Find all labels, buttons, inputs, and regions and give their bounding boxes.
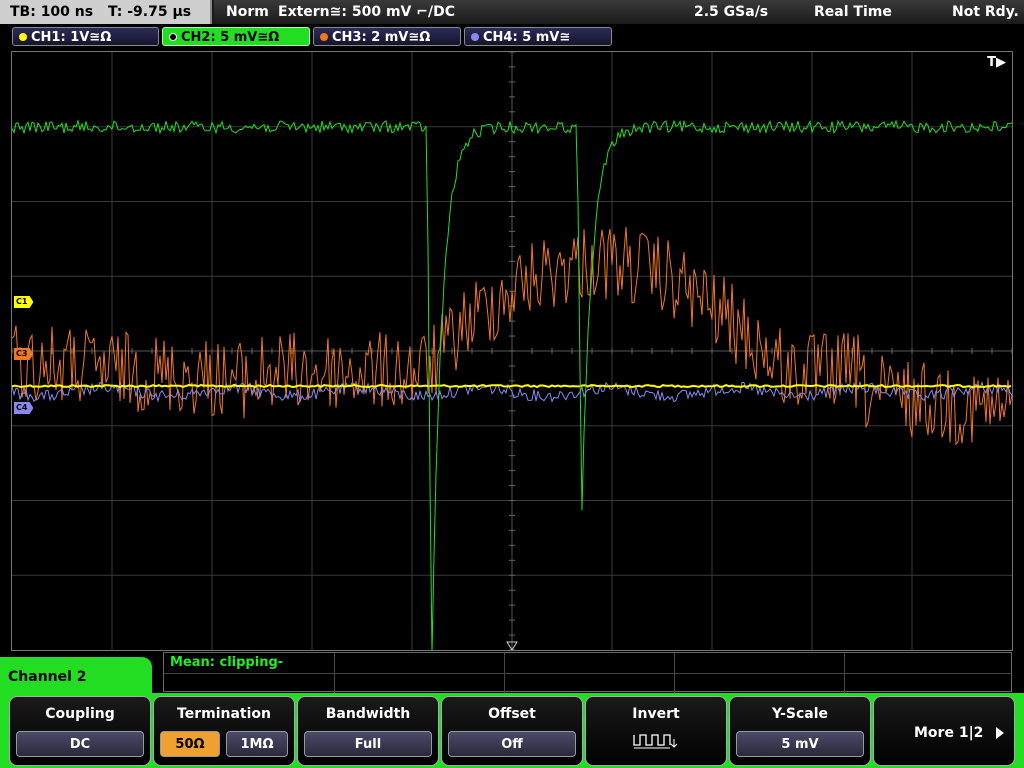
channel-4-label: CH4: 5 mV≅ [483,30,571,45]
coupling-value[interactable]: DC [16,731,144,757]
acquisition-panel[interactable]: Norm Extern≅: 500 mV ⌐/DC 2.5 GSa/s Real… [214,0,1024,24]
measurement-cell [844,653,845,693]
measurement-cell [504,653,505,693]
channel-1-offset-marker[interactable]: C1 [14,296,34,308]
coupling-softkey[interactable]: Coupling DC [9,696,151,766]
termination-1mohm-option[interactable]: 1MΩ [226,731,288,757]
channel-2-dot-icon [169,33,177,41]
more-label: More 1|2 [914,725,984,741]
channel-1-tab[interactable]: CH1: 1V≅Ω [12,27,159,46]
channel-3-label: CH3: 2 mV≅Ω [332,30,431,45]
coupling-title: Coupling [45,706,115,722]
channel-2-tab[interactable]: CH2: 5 mV≅Ω [162,27,310,46]
measurement-cell [674,653,675,693]
measurement-bar[interactable]: Mean: clipping- [163,652,1012,693]
y-scale-title: Y-Scale [771,706,828,722]
timebase-panel[interactable]: TB: 100 ns T: -9.75 µs [0,0,212,24]
sample-rate: 2.5 GSa/s [694,4,769,20]
channel-1-trace [12,383,1012,389]
waveform-display[interactable]: T▶ C1 C3 C4 [11,51,1013,651]
y-scale-value[interactable]: 5 mV [736,731,864,757]
invert-softkey[interactable]: Invert [585,696,727,766]
waveform-canvas [12,52,1012,650]
measurement-divider [164,673,1011,674]
channel-4-offset-marker[interactable]: C4 [14,402,34,414]
arrow-right-icon [996,727,1004,739]
timebase-readout: TB: 100 ns [10,4,94,20]
trigger-time-readout: T: -9.75 µs [107,4,192,20]
channel-3-dot-icon [320,33,328,41]
status-bar: TB: 100 ns T: -9.75 µs Norm Extern≅: 500… [0,0,1024,24]
offset-title: Offset [488,706,536,722]
channel-2-label: CH2: 5 mV≅Ω [181,30,280,45]
channel-3-offset-marker[interactable]: C3 [14,348,34,360]
offset-value[interactable]: Off [448,731,576,757]
graticule [12,52,1012,650]
y-scale-softkey[interactable]: Y-Scale 5 mV [729,696,871,766]
acquisition-mode: Real Time [814,4,892,20]
channel-4-dot-icon [471,33,479,41]
softkey-menu: Coupling DC Termination 50Ω 1MΩ Bandwidt… [0,693,1024,768]
channel-tabs: CH1: 1V≅Ω CH2: 5 mV≅Ω CH3: 2 mV≅Ω CH4: 5… [0,25,1024,49]
channel-1-label: CH1: 1V≅Ω [31,30,112,45]
termination-title: Termination [177,706,271,722]
bandwidth-title: Bandwidth [325,706,411,722]
trigger-mode: Norm [226,4,269,20]
bandwidth-value[interactable]: Full [304,731,432,757]
termination-softkey[interactable]: Termination 50Ω 1MΩ [153,696,295,766]
invert-title: Invert [632,706,680,722]
channel-1-dot-icon [19,33,27,41]
acquisition-state: Not Rdy. [952,4,1019,20]
offset-softkey[interactable]: Offset Off [441,696,583,766]
invert-waveform-icon [633,734,678,749]
measurement-readout: Mean: clipping- [170,655,284,670]
trigger-indicator: T▶ [987,55,1006,70]
menu-title-tab: Channel 2 [0,657,152,697]
trigger-source: Extern≅: 500 mV ⌐/DC [278,4,455,20]
channel-3-tab[interactable]: CH3: 2 mV≅Ω [313,27,461,46]
channel-4-tab[interactable]: CH4: 5 mV≅ [464,27,612,46]
measurement-cell [334,653,335,693]
termination-50ohm-option[interactable]: 50Ω [160,731,220,757]
more-softkey[interactable]: More 1|2 [873,696,1015,766]
bandwidth-softkey[interactable]: Bandwidth Full [297,696,439,766]
